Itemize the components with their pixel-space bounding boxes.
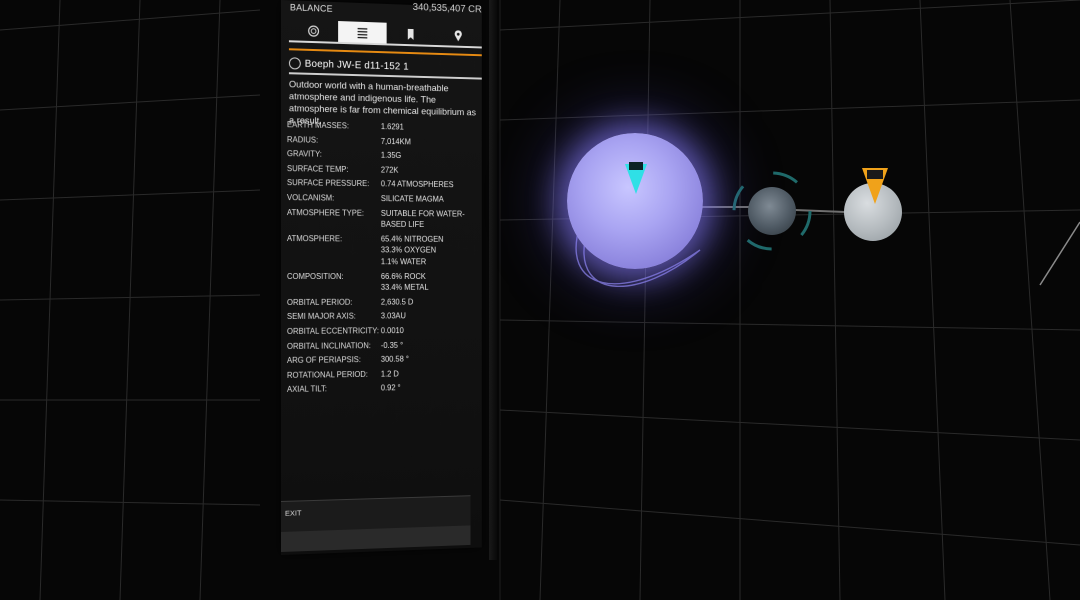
map-pin-icon	[454, 29, 462, 41]
stat-row: SEMI MAJOR AXIS: 3.03AU	[287, 310, 485, 322]
stat-value: 2,630.5 D	[380, 297, 414, 307]
stat-row: RADIUS: 7,014KM	[287, 134, 485, 149]
stat-row: ROTATIONAL PERIOD: 1.2 D	[287, 367, 485, 381]
tab-credits[interactable]	[289, 19, 338, 42]
stat-value: 7,014KM	[380, 136, 411, 146]
stat-value: 66.6% ROCK 33.4% METAL	[380, 271, 429, 292]
panel-edge	[489, 0, 497, 560]
stat-row: ATMOSPHERE TYPE: SUITABLE FOR WATER- BAS…	[287, 207, 485, 231]
stat-label: ATMOSPHERE:	[286, 233, 343, 244]
stat-value: 1.2 D	[380, 369, 399, 379]
stat-value: 300.58 °	[380, 354, 409, 364]
selected-planet[interactable]	[567, 133, 703, 269]
stat-label: ORBITAL PERIOD:	[286, 297, 353, 307]
orbit-links	[575, 171, 846, 288]
stat-row: ATMOSPHERE: 65.4% NITROGEN 33.3% OXYGEN …	[287, 233, 485, 268]
system-map-view[interactable]: BALANCE 340,535,407 CR Boeph JW-E d11-15…	[0, 0, 1080, 600]
panel-tabs	[288, 19, 482, 49]
stat-value: 1.35G	[380, 150, 402, 161]
moon-planet[interactable]	[748, 187, 796, 235]
stat-row: SURFACE PRESSURE: 0.74 ATMOSPHERES	[287, 177, 485, 191]
tab-details[interactable]	[338, 21, 387, 44]
stat-value: 272K	[380, 165, 399, 175]
stat-row: COMPOSITION: 66.6% ROCK 33.4% METAL	[287, 271, 485, 294]
target-marker-icon	[862, 168, 888, 204]
stat-label: COMPOSITION:	[286, 271, 344, 281]
stat-label: SEMI MAJOR AXIS:	[286, 311, 356, 322]
balance-value: 340,535,407 CR	[412, 2, 482, 16]
list-icon	[357, 26, 369, 38]
planet-stats: EARTH MASSES: 1.6291 RADIUS: 7,014KM GRA…	[287, 119, 485, 396]
coin-icon	[308, 24, 320, 36]
stat-label: AXIAL TILT:	[286, 384, 327, 395]
stat-label: SURFACE TEMP:	[286, 163, 349, 174]
stat-row: AXIAL TILT: 0.92 °	[287, 381, 485, 395]
stat-row: SURFACE TEMP: 272K	[287, 163, 485, 177]
stat-label: GRAVITY:	[286, 149, 322, 159]
stat-label: ORBITAL ECCENTRICITY:	[286, 326, 379, 336]
stat-label: ATMOSPHERE TYPE:	[286, 207, 364, 218]
stat-row: GRAVITY: 1.35G	[287, 148, 485, 163]
stat-label: EARTH MASSES:	[286, 120, 349, 131]
stat-label: ORBITAL INCLINATION:	[286, 340, 371, 351]
stat-value: -0.35 °	[380, 340, 404, 350]
bookmark-icon	[407, 28, 414, 40]
stat-value: 1.6291	[380, 122, 404, 132]
stat-value: 65.4% NITROGEN 33.3% OXYGEN 1.1% WATER	[380, 234, 444, 267]
exit-label: EXIT	[284, 508, 302, 518]
stat-value: SUITABLE FOR WATER- BASED LIFE	[380, 208, 465, 230]
stat-value: SILICATE MAGMA	[380, 194, 444, 204]
stat-row: VOLCANISM: SILICATE MAGMA	[287, 192, 485, 206]
planet-info-panel: BALANCE 340,535,407 CR Boeph JW-E d11-15…	[281, 0, 482, 555]
stat-value: 0.0010	[380, 326, 404, 336]
tab-bookmarks[interactable]	[387, 23, 435, 45]
accent-divider	[288, 48, 482, 57]
stat-label: VOLCANISM:	[286, 193, 335, 203]
stat-label: SURFACE PRESSURE:	[286, 178, 370, 189]
stat-label: RADIUS:	[286, 134, 319, 145]
stat-row: ORBITAL PERIOD: 2,630.5 D	[287, 296, 485, 308]
stat-label: ARG OF PERIAPSIS:	[286, 355, 361, 366]
planet-name: Boeph JW-E d11-152 1	[304, 58, 409, 73]
stat-row: ORBITAL INCLINATION: -0.35 °	[287, 339, 485, 352]
stat-value: 3.03AU	[380, 311, 406, 321]
stat-row: ORBITAL ECCENTRICITY: 0.0010	[287, 325, 485, 338]
stat-value: 0.92 °	[380, 383, 401, 393]
selected-body-marker-icon	[625, 162, 647, 194]
balance-label: BALANCE	[289, 2, 333, 14]
stat-row: ARG OF PERIAPSIS: 300.58 °	[287, 353, 485, 367]
planet-icon	[288, 57, 301, 70]
balance-row: BALANCE 340,535,407 CR	[289, 0, 482, 21]
tab-locations[interactable]	[435, 24, 482, 46]
stat-label: ROTATIONAL PERIOD:	[286, 369, 368, 380]
stat-value: 0.74 ATMOSPHERES	[380, 179, 454, 190]
